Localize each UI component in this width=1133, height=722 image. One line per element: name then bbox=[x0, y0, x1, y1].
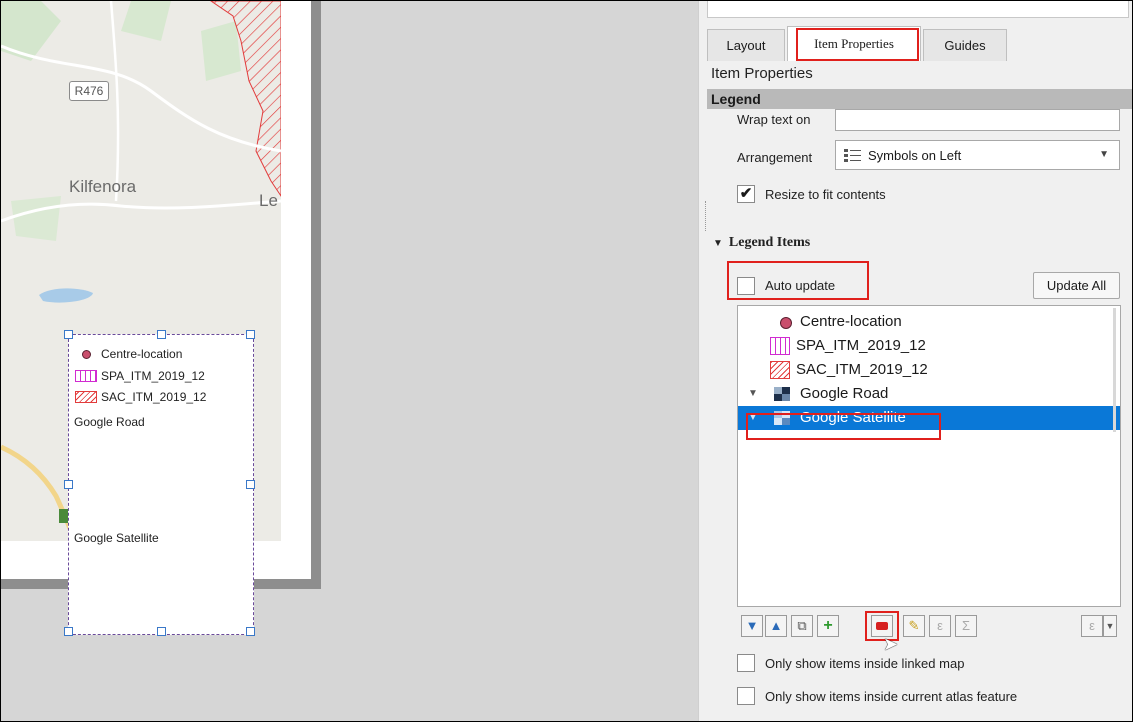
green-area bbox=[11, 196, 61, 241]
resize-handle[interactable] bbox=[157, 627, 166, 636]
diagonal-hatch-icon bbox=[75, 391, 97, 403]
resize-handle[interactable] bbox=[64, 480, 73, 489]
tree-row-label: Centre-location bbox=[800, 313, 902, 330]
expand-arrow-icon: ▼ bbox=[748, 388, 758, 399]
only-inside-atlas-label: Only show items inside current atlas fea… bbox=[765, 689, 1018, 704]
filter-expression-button[interactable]: ε bbox=[1081, 615, 1103, 637]
town-label-partial: Le bbox=[259, 191, 278, 210]
legend-items-tree[interactable]: Centre-location SPA_ITM_2019_12 SAC_ITM_… bbox=[737, 305, 1121, 607]
resize-handle[interactable] bbox=[246, 330, 255, 339]
application-window: R476 Kilfenora Le Centre-location SPA_IT… bbox=[0, 0, 1133, 722]
resize-handle[interactable] bbox=[64, 627, 73, 636]
pencil-icon: ✎ bbox=[908, 618, 920, 633]
move-up-button[interactable]: ▲ bbox=[765, 615, 787, 637]
diagonal-hatch-icon bbox=[770, 361, 790, 379]
panel-title: Item Properties bbox=[711, 65, 813, 82]
panel-top-strip bbox=[707, 1, 1129, 18]
mouse-cursor-icon: ➤ bbox=[883, 634, 899, 654]
legend-entry: Centre-location bbox=[75, 347, 182, 361]
only-inside-map-label: Only show items inside linked map bbox=[765, 656, 965, 671]
legend-entry: SAC_ITM_2019_12 bbox=[75, 390, 206, 404]
legend-items-header[interactable]: ▼ Legend Items bbox=[713, 235, 810, 251]
tree-scrollbar[interactable] bbox=[1113, 308, 1116, 432]
town-label-kilfenora: Kilfenora bbox=[69, 177, 137, 196]
count-button[interactable]: Σ bbox=[955, 615, 977, 637]
epsilon-icon: ε bbox=[937, 618, 943, 633]
tree-row-label: Google Road bbox=[800, 385, 889, 402]
tab-layout[interactable]: Layout bbox=[707, 29, 785, 61]
plus-icon: + bbox=[823, 617, 833, 634]
raster-layer-icon bbox=[774, 387, 790, 401]
minus-icon bbox=[876, 622, 888, 630]
legend-entry-label: Centre-location bbox=[101, 347, 183, 361]
legend-item[interactable]: Centre-location SPA_ITM_2019_12 SAC_ITM_… bbox=[64, 330, 255, 636]
splitter-handle[interactable] bbox=[705, 201, 708, 231]
wrap-text-label: Wrap text on bbox=[737, 112, 811, 127]
green-area bbox=[201, 21, 241, 81]
arrangement-value: Symbols on Left bbox=[868, 147, 962, 163]
layout-canvas[interactable]: R476 Kilfenora Le Centre-location SPA_IT… bbox=[1, 1, 698, 721]
auto-update-checkbox[interactable] bbox=[737, 277, 755, 295]
arrow-down-icon: ▼ bbox=[745, 618, 759, 633]
section-legend-header: Legend bbox=[707, 89, 1132, 109]
tree-row-label: Google Satellite bbox=[800, 409, 906, 426]
wrap-text-input[interactable] bbox=[835, 109, 1120, 131]
legend-entry: Google Road bbox=[74, 415, 145, 429]
legend-entry-label: Google Road bbox=[74, 415, 145, 429]
circle-marker-icon bbox=[75, 348, 97, 360]
symbols-left-icon bbox=[844, 148, 862, 162]
resize-to-fit-label: Resize to fit contents bbox=[765, 187, 886, 202]
filter-dropdown-button[interactable]: ▼ bbox=[1103, 615, 1117, 637]
legend-entry-label: SAC_ITM_2019_12 bbox=[101, 390, 207, 404]
tree-row[interactable]: SAC_ITM_2019_12 bbox=[738, 358, 1120, 382]
add-group-button[interactable]: ⧉ bbox=[791, 615, 813, 637]
circle-marker-icon bbox=[780, 317, 792, 329]
sigma-icon: Σ bbox=[961, 618, 971, 633]
road-shield-r476: R476 bbox=[69, 81, 109, 101]
tree-row[interactable]: SPA_ITM_2019_12 bbox=[738, 334, 1120, 358]
only-inside-map-checkbox[interactable] bbox=[737, 654, 755, 672]
vertical-hatch-icon bbox=[75, 370, 97, 382]
resize-handle[interactable] bbox=[246, 627, 255, 636]
move-down-button[interactable]: ▼ bbox=[741, 615, 763, 637]
legend-entry: SPA_ITM_2019_12 bbox=[75, 369, 205, 383]
tree-row[interactable]: Centre-location bbox=[738, 310, 1120, 334]
tab-guides[interactable]: Guides bbox=[923, 29, 1007, 61]
auto-update-label: Auto update bbox=[765, 278, 836, 293]
arrangement-label: Arrangement bbox=[737, 150, 813, 165]
resize-handle[interactable] bbox=[246, 480, 255, 489]
epsilon-filter-icon: ε bbox=[1089, 618, 1095, 633]
update-all-button[interactable]: Update All bbox=[1033, 272, 1120, 299]
arrow-up-icon: ▲ bbox=[769, 618, 783, 633]
resize-handle[interactable] bbox=[157, 330, 166, 339]
resize-to-fit-checkbox[interactable]: ✔ bbox=[737, 185, 755, 203]
add-group-icon: ⧉ bbox=[797, 618, 807, 633]
tree-row[interactable]: ▼ Google Road bbox=[738, 382, 1120, 406]
expression-button[interactable]: ε bbox=[929, 615, 951, 637]
vertical-hatch-icon bbox=[770, 337, 790, 355]
legend-entry: Google Satellite bbox=[74, 531, 159, 545]
raster-layer-icon bbox=[774, 411, 790, 425]
expand-arrow-icon: ▼ bbox=[748, 412, 758, 423]
collapse-arrow-icon: ▼ bbox=[713, 238, 723, 249]
edit-item-button[interactable]: ✎ bbox=[903, 615, 925, 637]
tree-row-label: SPA_ITM_2019_12 bbox=[796, 337, 926, 354]
item-properties-panel: Layout Item Properties Guides Item Prope… bbox=[698, 1, 1132, 721]
tree-row-selected[interactable]: ▼ Google Satellite bbox=[738, 406, 1120, 430]
only-inside-atlas-checkbox[interactable] bbox=[737, 687, 755, 705]
add-item-button[interactable]: + bbox=[817, 615, 839, 637]
arrangement-combo[interactable]: Symbols on Left ▼ bbox=[835, 140, 1120, 170]
chevron-down-icon: ▼ bbox=[1099, 149, 1109, 160]
tree-row-label: SAC_ITM_2019_12 bbox=[796, 361, 928, 378]
tab-item-properties[interactable]: Item Properties bbox=[787, 26, 921, 61]
legend-items-header-label: Legend Items bbox=[728, 235, 811, 250]
legend-entry-label: SPA_ITM_2019_12 bbox=[101, 369, 205, 383]
chevron-down-icon: ▼ bbox=[1105, 621, 1115, 631]
legend-entry-label: Google Satellite bbox=[74, 531, 159, 545]
resize-handle[interactable] bbox=[64, 330, 73, 339]
